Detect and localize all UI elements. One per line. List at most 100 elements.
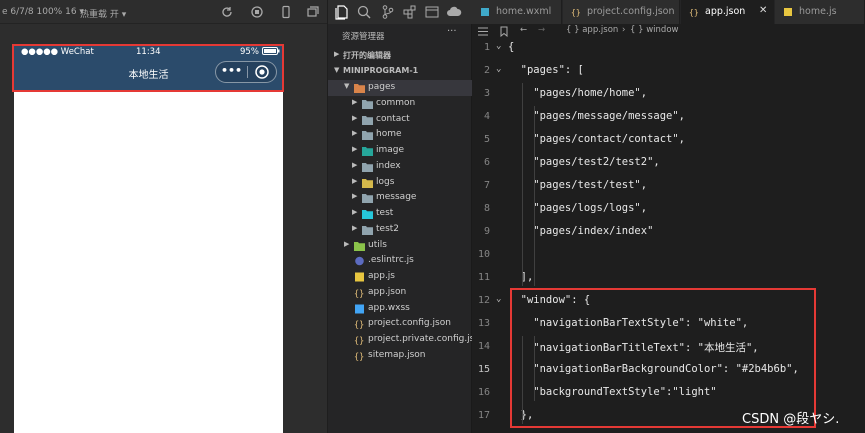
- json-file-icon: {}: [571, 8, 581, 17]
- bookmark-icon[interactable]: [500, 26, 508, 37]
- tree-item-image[interactable]: ▶ image: [328, 143, 472, 159]
- breadcrumb-file[interactable]: { } app.json: [566, 25, 618, 35]
- tree-item-common[interactable]: ▶ common: [328, 96, 472, 112]
- search-icon[interactable]: [356, 4, 372, 20]
- tree-item-label: message: [376, 192, 417, 203]
- tree-item-label: test: [376, 208, 394, 218]
- tree-item-index[interactable]: ▶ index: [328, 159, 472, 175]
- code-line: 10: [472, 244, 865, 267]
- wxml-file-icon: [481, 8, 489, 16]
- tree-item-label: index: [376, 160, 401, 171]
- folder-icon: [362, 115, 373, 125]
- fold-chevron-icon[interactable]: ⌄: [496, 294, 501, 304]
- files-icon[interactable]: [334, 4, 350, 20]
- svg-text:{}: {}: [689, 8, 699, 17]
- chevron-right-icon: ▶: [352, 97, 358, 106]
- back-arrow-icon[interactable]: ←: [520, 25, 527, 35]
- tree-item-contact[interactable]: ▶ contact: [328, 112, 472, 128]
- open-editors-section[interactable]: ▶ 打开的编辑器: [328, 48, 472, 64]
- tab-app-json[interactable]: {} app.json ✕: [681, 0, 774, 24]
- activity-bar: [328, 0, 472, 24]
- cloud-icon[interactable]: [446, 4, 462, 20]
- code-text: "pages/logs/logs",: [508, 202, 648, 214]
- phone-screen[interactable]: ●●●●● WeChat 11:34 95% 本地生活 •••: [14, 44, 283, 433]
- window-icon[interactable]: [306, 5, 320, 19]
- tree-item-logs[interactable]: ▶ logs: [328, 175, 472, 191]
- folder-icon: [362, 99, 373, 109]
- code-text: {: [508, 41, 515, 53]
- chevron-right-icon: ▶: [334, 50, 340, 58]
- indent-guide: [534, 106, 535, 286]
- fold-chevron-icon[interactable]: ⌄: [496, 41, 501, 51]
- stop-icon[interactable]: [250, 5, 264, 19]
- folder-icon: [362, 194, 373, 204]
- line-number: 1: [483, 42, 490, 53]
- source-control-icon[interactable]: [380, 4, 396, 20]
- line-number: 11: [477, 272, 490, 283]
- close-tab-icon[interactable]: ✕: [759, 5, 767, 16]
- tree-item-app-js[interactable]: app.js: [328, 269, 472, 285]
- indent-guide: [522, 83, 523, 286]
- tree-item-label: image: [376, 145, 405, 155]
- code-text: "pages/home/home",: [508, 87, 648, 99]
- file-icon: {}: [354, 321, 364, 330]
- tree-item-test[interactable]: ▶ test: [328, 206, 472, 222]
- file-icon: {}: [354, 289, 364, 298]
- chevron-right-icon: ▶: [352, 176, 358, 185]
- line-number: 17: [477, 410, 490, 421]
- tree-item-label: contact: [376, 113, 410, 124]
- tab-home-js[interactable]: home.js: [775, 0, 865, 24]
- tree-item-app-wxss[interactable]: app.wxss: [328, 301, 472, 317]
- line-number: 6: [483, 157, 490, 168]
- line-number: 2: [483, 65, 490, 76]
- code-text: "pages/index/index": [508, 225, 654, 237]
- fold-chevron-icon[interactable]: ⌄: [496, 64, 501, 74]
- tree-item-app-json[interactable]: {} app.json: [328, 285, 472, 301]
- forward-arrow-icon[interactable]: →: [538, 25, 545, 35]
- phone-icon[interactable]: [279, 5, 293, 19]
- code-line: 1 ⌄ {: [472, 37, 865, 60]
- folder-icon: [362, 131, 373, 141]
- hot-reload-toggle[interactable]: 热重载 开 ▾: [80, 7, 126, 20]
- extensions-icon[interactable]: [402, 4, 418, 20]
- refresh-icon[interactable]: [220, 5, 234, 19]
- line-number: 10: [477, 249, 490, 260]
- tab-home-wxml[interactable]: home.wxml: [472, 0, 562, 24]
- tree-item-project-private-config-js[interactable]: {} project.private.config.js...: [328, 332, 483, 348]
- tree-item-label: project.private.config.js...: [368, 334, 483, 344]
- folder-icon: [362, 178, 373, 188]
- json-file-icon: {}: [689, 8, 699, 17]
- code-line: 8 "pages/logs/logs",: [472, 198, 865, 221]
- tree-item-pages[interactable]: ▼ pages: [328, 80, 472, 96]
- tree-item-label: utils: [368, 239, 387, 250]
- tree-item-home[interactable]: ▶ home: [328, 127, 472, 143]
- code-line: 4 "pages/message/message",: [472, 106, 865, 129]
- simulator-panel: e 6/7/8 100% 16 ▾ 热重载 开 ▾ ●●●●● WeChat 1…: [0, 0, 327, 433]
- code-text: "pages/test/test",: [508, 179, 648, 191]
- tree-item-sitemap-json[interactable]: {} sitemap.json: [328, 348, 472, 364]
- tree-item-label: pages: [368, 82, 396, 92]
- tree-item-eslintrc-js[interactable]: .eslintrc.js: [328, 253, 472, 269]
- code-text: "pages": [: [508, 64, 584, 76]
- breadcrumb-node[interactable]: { } window: [630, 25, 678, 35]
- chevron-down-icon: ▼: [344, 82, 350, 90]
- watermark: CSDN @段ヤシ.: [742, 412, 840, 427]
- project-section[interactable]: ▼ MINIPROGRAM-1: [328, 64, 472, 80]
- folder-icon: [362, 162, 373, 172]
- chevron-right-icon: ▶: [352, 129, 358, 138]
- device-selector[interactable]: e 6/7/8 100% 16 ▾: [2, 7, 84, 17]
- line-number: 4: [483, 111, 490, 122]
- tree-item-label: .eslintrc.js: [368, 255, 414, 266]
- svg-text:{}: {}: [354, 337, 364, 346]
- file-icon: {}: [354, 337, 364, 346]
- list-icon[interactable]: [478, 27, 488, 36]
- folder-icon: [354, 84, 365, 93]
- tree-item-message[interactable]: ▶ message: [328, 190, 472, 206]
- explorer-more-button[interactable]: ···: [447, 26, 457, 37]
- tab-project-config-json[interactable]: {} project.config.json: [563, 0, 680, 24]
- tree-item-label: app.wxss: [368, 302, 410, 313]
- tree-item-utils[interactable]: ▶ utils: [328, 238, 472, 254]
- panel-icon[interactable]: [424, 4, 440, 20]
- tree-item-test2[interactable]: ▶ test2: [328, 222, 472, 238]
- tree-item-project-config-json[interactable]: {} project.config.json: [328, 316, 472, 332]
